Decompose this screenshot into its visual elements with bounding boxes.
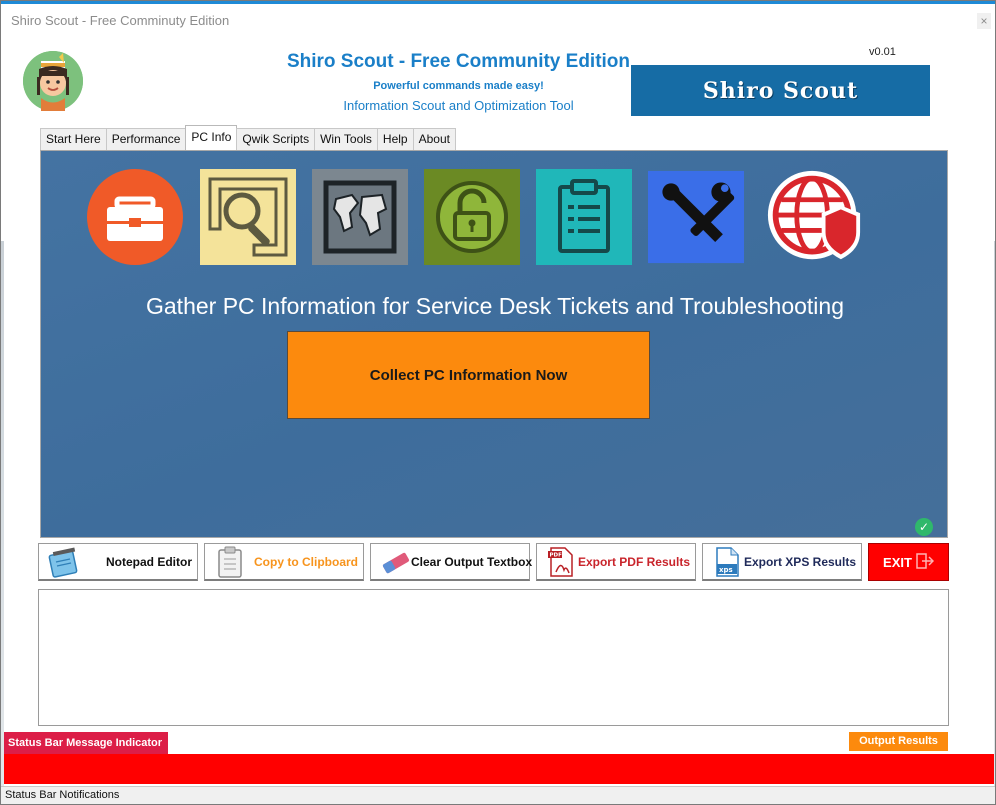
export-pdf-label: Export PDF Results <box>577 554 690 569</box>
title-bar: Shiro Scout - Free Comminuty Edition × <box>1 1 995 39</box>
logo-banner: Shiro Scout <box>631 65 930 116</box>
eraser-icon <box>379 546 411 578</box>
tab-about[interactable]: About <box>412 128 456 150</box>
app-description: Information Scout and Optimization Tool <box>343 98 574 113</box>
clipboard-small-icon <box>213 546 247 578</box>
pdf-icon: PDF <box>545 546 578 578</box>
world-map-icon[interactable] <box>312 169 408 265</box>
exit-icon <box>916 552 935 573</box>
panel-heading: Gather PC Information for Service Desk T… <box>146 293 844 319</box>
notepad-editor-button[interactable]: Notepad Editor <box>38 543 198 581</box>
export-xps-button[interactable]: xps Export XPS Results <box>702 543 862 581</box>
xps-icon: xps <box>711 546 744 578</box>
avatar-icon <box>23 51 83 111</box>
version-label: v0.01 <box>869 46 896 58</box>
app-window: Shiro Scout - Free Comminuty Edition × S… <box>0 0 996 805</box>
tab-qwik-scripts[interactable]: Qwik Scripts <box>236 128 316 150</box>
exit-label: EXIT <box>883 554 912 570</box>
briefcase-icon[interactable] <box>87 169 183 265</box>
copy-to-clipboard-label: Copy to Clipboard <box>254 554 358 569</box>
tab-performance[interactable]: Performance <box>105 128 187 150</box>
output-textbox[interactable] <box>38 589 949 726</box>
padlock-icon[interactable] <box>424 169 520 265</box>
status-check-icon: ✓ <box>915 518 933 536</box>
status-color-bar <box>4 754 994 784</box>
collect-pc-info-button[interactable]: Collect PC Information Now <box>287 331 650 419</box>
tab-win-tools[interactable]: Win Tools <box>314 128 378 150</box>
export-pdf-button[interactable]: PDF Export PDF Results <box>536 543 696 581</box>
pdf-badge-text: PDF <box>550 552 563 558</box>
exit-button[interactable]: EXIT <box>868 543 949 581</box>
clipboard-icon[interactable] <box>536 169 632 265</box>
notepad-editor-label: Notepad Editor <box>106 554 192 569</box>
tab-pc-info[interactable]: PC Info <box>185 125 238 150</box>
window-title: Shiro Scout - Free Comminuty Edition <box>11 13 230 28</box>
notepad-icon <box>47 546 81 578</box>
xps-badge-text: xps <box>719 566 733 574</box>
tools-icon[interactable] <box>648 169 744 265</box>
status-bar: Status Bar Notifications <box>1 786 995 804</box>
app-tagline: Powerful commands made easy! <box>373 80 544 92</box>
tab-bar: Start Here Performance PC Info Qwik Scri… <box>40 125 456 150</box>
magnifier-icon[interactable] <box>200 169 296 265</box>
clear-output-label: Clear Output Textbox <box>411 554 533 569</box>
app-title: Shiro Scout - Free Community Edition <box>286 51 631 72</box>
close-icon[interactable]: × <box>977 13 991 29</box>
tab-start-here[interactable]: Start Here <box>40 128 107 150</box>
clear-output-button[interactable]: Clear Output Textbox <box>370 543 532 581</box>
tab-help[interactable]: Help <box>376 128 414 150</box>
status-message-indicator: Status Bar Message Indicator <box>4 732 168 754</box>
output-results-button[interactable]: Output Results <box>849 732 948 751</box>
copy-to-clipboard-button[interactable]: Copy to Clipboard <box>204 543 364 581</box>
pc-info-panel: Gather PC Information for Service Desk T… <box>40 150 948 538</box>
export-xps-label: Export XPS Results <box>743 554 856 569</box>
logo-text: Shiro Scout <box>702 77 859 104</box>
globe-shield-icon[interactable] <box>766 169 862 265</box>
